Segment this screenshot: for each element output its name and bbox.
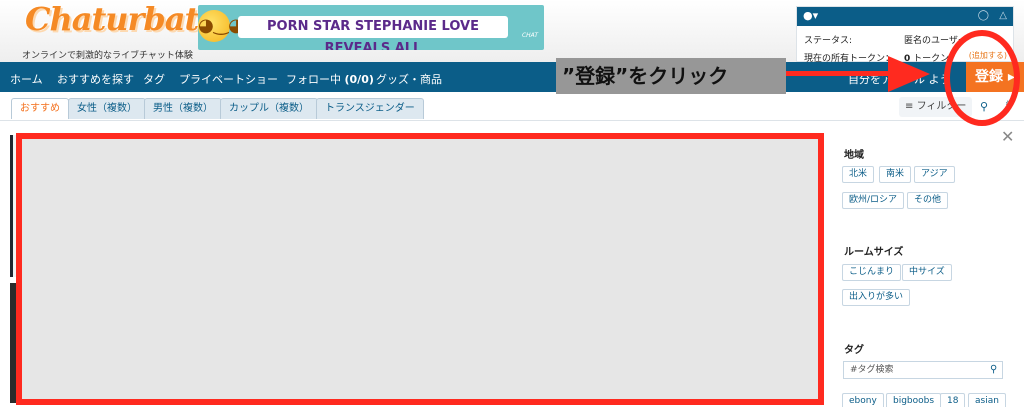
- user-menu-icon[interactable]: ●▾: [803, 9, 818, 22]
- smirk-emoji-icon: ◕‿◕: [198, 10, 244, 42]
- tab-featured[interactable]: おすすめ: [11, 98, 69, 119]
- filter-icon: ≡: [905, 101, 917, 112]
- region-title: 地域: [844, 150, 864, 161]
- room-size-chip[interactable]: 出入りが多い: [842, 289, 911, 306]
- status-label: ステータス:: [804, 36, 853, 46]
- nav-following-count: (0/0): [344, 73, 374, 86]
- tab-couple[interactable]: カップル（複数）: [220, 98, 318, 119]
- nav-discover[interactable]: おすすめを探す: [57, 71, 134, 87]
- annotation-arrow-line: [786, 71, 890, 76]
- tag-title: タグ: [844, 345, 864, 356]
- user-bar: ●▾ ◯ △: [797, 7, 1013, 26]
- tag-chip[interactable]: asian: [968, 393, 1006, 407]
- region-chip[interactable]: アジア: [914, 166, 955, 183]
- close-icon[interactable]: ✕: [1001, 127, 1014, 146]
- tab-male[interactable]: 男性（複数）: [144, 98, 222, 119]
- region-chip[interactable]: 欧州/ロシア: [842, 192, 905, 209]
- tag-search-input[interactable]: #タグ検索: [843, 361, 1003, 379]
- tag-chip[interactable]: ebony: [842, 393, 884, 407]
- region-chip[interactable]: その他: [907, 192, 949, 209]
- main-nav: ホーム おすすめを探す タグ プライベートショー フォロー中 (0/0) グッズ…: [0, 62, 1024, 92]
- tag-chip[interactable]: 18: [940, 393, 966, 407]
- nav-merch[interactable]: グッズ・商品: [376, 71, 442, 87]
- nav-home[interactable]: ホーム: [10, 71, 43, 87]
- nav-private-shows[interactable]: プライベートショー: [179, 71, 278, 87]
- site-tagline: オンラインで刺激的なライブチャット体験: [22, 51, 193, 61]
- chat-icon[interactable]: ◯: [978, 10, 989, 21]
- ad-mark: CHAT: [521, 32, 538, 39]
- room-grid-placeholder: [16, 133, 824, 405]
- ad-banner[interactable]: ◕‿◕ PORN STAR STEPHANIE LOVE REVEALS ALL…: [198, 5, 544, 50]
- region-chip[interactable]: 北米: [842, 166, 875, 183]
- site-logo[interactable]: Chaturbate: [25, 0, 219, 38]
- room-size-title: ルームサイズ: [844, 247, 904, 258]
- tab-trans[interactable]: トランスジェンダー: [316, 98, 424, 119]
- annotation-circle: [944, 30, 1020, 126]
- site-header: Chaturbate オンラインで刺激的なライブチャット体験 ◕‿◕ PORN …: [0, 0, 1024, 64]
- tag-chip[interactable]: bigboobs: [886, 393, 942, 407]
- bell-icon[interactable]: △: [999, 10, 1007, 21]
- region-chip[interactable]: 南米: [879, 166, 912, 183]
- room-size-chip[interactable]: 中サイズ: [902, 264, 952, 281]
- nav-tags[interactable]: タグ: [143, 71, 165, 87]
- nav-following[interactable]: フォロー中 (0/0): [286, 71, 374, 87]
- annotation-label: ”登録”をクリック: [556, 58, 786, 94]
- ad-text: PORN STAR STEPHANIE LOVE REVEALS ALL: [238, 16, 508, 50]
- nav-following-label: フォロー中: [286, 73, 341, 86]
- annotation-arrowhead: [888, 56, 930, 92]
- tag-search-icon[interactable]: ⚲: [990, 364, 997, 375]
- tab-female[interactable]: 女性（複数）: [68, 98, 146, 119]
- room-size-chip[interactable]: こじんまり: [842, 264, 902, 281]
